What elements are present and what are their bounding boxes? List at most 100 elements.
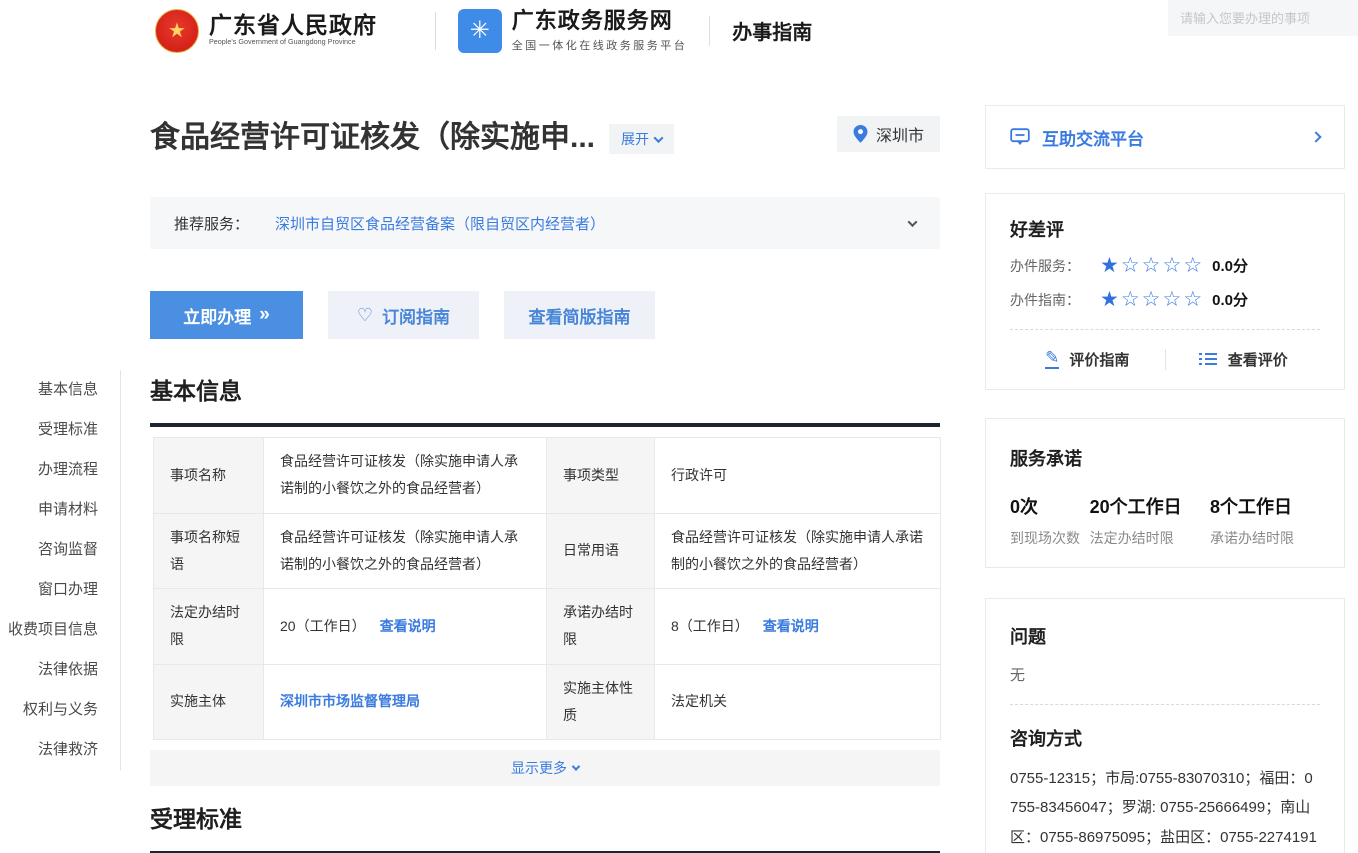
sidebar-item-fees[interactable]: 收费项目信息 [0,610,120,650]
star-icon: ☆ [1121,254,1142,277]
list-icon [1198,351,1218,367]
cell-label: 实施主体 [154,664,264,740]
cell-value: 行政许可 [655,438,941,514]
sidebar-item-window[interactable]: 窗口办理 [0,570,120,610]
basic-info-table: 事项名称 食品经营许可证核发（除实施申请人承诺制的小餐饮之外的食品经营者） 事项… [153,437,941,740]
search-box [1168,0,1358,36]
stat-value: 0次 [1010,493,1090,519]
emblem-star-icon: ★ [168,18,186,43]
accept-standard-heading: 受理标准 [150,800,940,834]
rating-score: 0.0分 [1212,255,1248,276]
stat-value: 8个工作日 [1210,493,1294,519]
cell-value: 食品经营许可证核发（除实施申请人承诺制的小餐饮之外的食品经营者） [655,513,941,589]
cell-value: 法定机关 [655,664,941,740]
portal-logo-icon: ✳ [458,9,502,53]
rating-panel: 好差评 办件服务： ★☆☆☆☆ 0.0分 办件指南： ★☆☆☆☆ 0.0分 ✎ … [985,193,1345,390]
header-divider [435,12,436,50]
stat-label: 法定办结时限 [1090,528,1210,548]
time-limit-value: 20（工作日） [280,618,366,634]
star-rating[interactable]: ★☆☆☆☆ [1100,289,1204,310]
star-icon: ☆ [1121,288,1142,311]
view-ratings-link[interactable]: 查看评价 [1165,349,1321,370]
rating-row-label: 办件服务： [1010,256,1100,276]
double-arrow-icon: » [259,304,270,326]
star-icon: ☆ [1162,288,1183,311]
sidebar-item-consult[interactable]: 咨询监督 [0,530,120,570]
contact-title: 咨询方式 [1010,725,1320,751]
sidebar-item-rights[interactable]: 权利与义务 [0,690,120,730]
cell-value: 深圳市市场监督管理局 [264,664,547,740]
simple-guide-label: 查看简版指南 [529,303,631,328]
table-row: 法定办结时限 20（工作日）查看说明 承诺办结时限 8（工作日）查看说明 [154,589,941,665]
view-explanation-link[interactable]: 查看说明 [380,618,436,634]
dashed-divider [1010,704,1320,705]
chevron-right-icon [1310,131,1321,142]
side-nav: 基本信息 受理标准 办理流程 申请材料 咨询监督 窗口办理 收费项目信息 法律依… [0,370,121,770]
cell-label: 事项类型 [547,438,655,514]
expand-label: 展开 [621,129,649,149]
cell-value: 食品经营许可证核发（除实施申请人承诺制的小餐饮之外的食品经营者） [264,438,547,514]
promise-stats: 0次 到现场次数 20个工作日 法定办结时限 8个工作日 承诺办结时限 [1010,493,1320,548]
cell-label: 事项名称短语 [154,513,264,589]
show-more-button[interactable]: 显示更多 [150,750,940,786]
star-icon: ☆ [1183,288,1204,311]
apply-now-button[interactable]: 立即办理 » [150,291,303,339]
recommend-link[interactable]: 深圳市自贸区食品经营备案（限自贸区内经营者） [275,213,605,234]
view-explanation-link[interactable]: 查看说明 [763,618,819,634]
cell-label: 实施主体性质 [547,664,655,740]
rating-score: 0.0分 [1212,289,1248,310]
search-input[interactable] [1180,11,1356,26]
header-divider [709,16,710,46]
gov-logo-subtitle: People's Government of Guangdong Provinc… [209,38,356,46]
sidebar-item-materials[interactable]: 申请材料 [0,490,120,530]
portal-logo[interactable]: 广东政务服务网 全国一体化在线政务服务平台 [512,8,688,53]
city-selector[interactable]: 深圳市 [837,116,940,152]
star-icon: ☆ [1142,254,1163,277]
cell-value: 8（工作日）查看说明 [655,589,941,665]
rating-guide-label: 评价指南 [1069,349,1129,370]
question-title: 问题 [1010,623,1320,649]
stat-label: 承诺办结时限 [1210,528,1294,548]
contact-phone-numbers: 0755-12315；市局:0755-83070310；福田：0755-8345… [1010,770,1317,853]
header: ★ 广东省人民政府 People's Government of Guangdo… [0,0,1358,70]
sidebar-item-legal-remedy[interactable]: 法律救济 [0,730,120,770]
rating-row-guide: 办件指南： ★☆☆☆☆ 0.0分 [1010,289,1320,310]
stat-legal-time-limit: 20个工作日 法定办结时限 [1090,493,1210,548]
star-icon: ☆ [1142,288,1163,311]
service-promise-panel: 服务承诺 0次 到现场次数 20个工作日 法定办结时限 8个工作日 承诺办结时限 [985,418,1345,568]
table-row: 实施主体 深圳市市场监督管理局 实施主体性质 法定机关 [154,664,941,740]
action-buttons: 立即办理 » ♡ 订阅指南 查看简版指南 [150,291,655,339]
pencil-icon: ✎ [1045,349,1059,369]
title-expand-button[interactable]: 展开 [609,124,674,154]
sidebar-item-process[interactable]: 办理流程 [0,450,120,490]
star-icon: ☆ [1183,254,1204,277]
page-title: 食品经营许可证核发（除实施申... [150,112,595,156]
subscribe-guide-button[interactable]: ♡ 订阅指南 [328,291,479,339]
recommend-chevron-down-icon[interactable] [908,217,918,227]
chat-bubble-icon [1010,128,1030,146]
heart-icon: ♡ [357,305,373,326]
page-label: 办事指南 [732,16,812,45]
table-row: 事项名称短语 食品经营许可证核发（除实施申请人承诺制的小餐饮之外的食品经营者） … [154,513,941,589]
subscribe-label: 订阅指南 [382,303,450,328]
rating-guide-link[interactable]: ✎ 评价指南 [1010,349,1165,370]
sidebar-item-legal-basis[interactable]: 法律依据 [0,650,120,690]
stat-value: 20个工作日 [1090,493,1210,519]
view-ratings-label: 查看评价 [1228,349,1288,370]
star-icon: ★ [1100,254,1121,277]
interact-platform-panel[interactable]: 互助交流平台 [985,105,1345,169]
sidebar-item-basic-info[interactable]: 基本信息 [0,370,120,410]
recommend-bar: 推荐服务： 深圳市自贸区食品经营备案（限自贸区内经营者） [150,197,940,249]
chevron-down-icon [572,763,580,771]
national-emblem-icon: ★ [155,9,199,53]
sidebar-item-accept-standard[interactable]: 受理标准 [0,410,120,450]
promise-title: 服务承诺 [1010,445,1320,471]
implementing-agency-link[interactable]: 深圳市市场监督管理局 [280,693,420,709]
pinwheel-glyph-icon: ✳ [470,16,490,45]
title-row: 食品经营许可证核发（除实施申... 展开 深圳市 [150,112,940,156]
recommend-label: 推荐服务： [174,213,249,234]
show-more-label: 显示更多 [511,758,567,778]
simple-guide-button[interactable]: 查看简版指南 [504,291,655,339]
gov-logo[interactable]: 广东省人民政府 People's Government of Guangdong… [209,12,413,49]
star-rating[interactable]: ★☆☆☆☆ [1100,255,1204,276]
